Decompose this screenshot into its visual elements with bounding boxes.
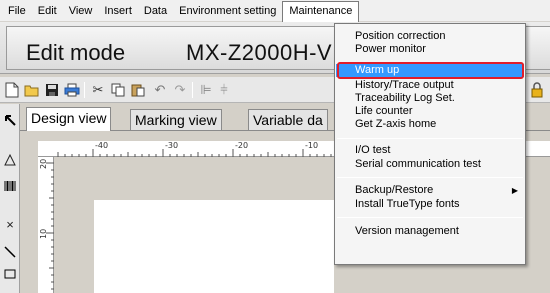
print-icon[interactable] bbox=[63, 81, 81, 99]
ruler-h-label: -20 bbox=[235, 141, 249, 150]
maintenance-dropdown: Position correction Power monitor Warm u… bbox=[334, 23, 526, 265]
menu-separator bbox=[337, 217, 523, 218]
submenu-arrow-icon: ▶ bbox=[511, 186, 518, 195]
pointer-icon[interactable] bbox=[2, 112, 18, 128]
tab-design-view[interactable]: Design view bbox=[26, 107, 112, 131]
new-file-icon[interactable] bbox=[3, 81, 21, 99]
ruler-h-label: -40 bbox=[95, 141, 109, 150]
menu-item-label: Backup/Restore bbox=[355, 184, 434, 196]
menu-environment-setting[interactable]: Environment setting bbox=[173, 1, 282, 21]
redo-icon[interactable]: ↷ bbox=[171, 81, 189, 99]
left-tool-strip: × bbox=[0, 104, 20, 293]
menu-separator bbox=[337, 138, 523, 139]
menu-view[interactable]: View bbox=[63, 1, 99, 21]
warm-up-callout bbox=[337, 62, 524, 79]
align-center-icon[interactable]: ⫩ bbox=[215, 81, 233, 99]
menu-edit[interactable]: Edit bbox=[32, 1, 63, 21]
menu-item-version-management[interactable]: Version management bbox=[336, 225, 524, 238]
align-left-icon[interactable]: ⊫ bbox=[197, 81, 215, 99]
menu-item-life-counter[interactable]: Life counter bbox=[336, 105, 524, 118]
cut-icon[interactable]: ✂ bbox=[89, 81, 107, 99]
mode-title: Edit mode bbox=[26, 40, 126, 65]
vertical-ruler: 20 10 bbox=[38, 157, 54, 293]
ruler-v-label: 10 bbox=[39, 228, 48, 239]
menu-item-traceability-log-set[interactable]: Traceability Log Set. bbox=[336, 92, 524, 105]
undo-icon[interactable]: ↶ bbox=[151, 81, 169, 99]
menu-separator bbox=[337, 177, 523, 178]
menu-item-io-test[interactable]: I/O test bbox=[336, 144, 524, 157]
rectangle-icon[interactable] bbox=[2, 266, 18, 282]
save-icon[interactable] bbox=[43, 81, 61, 99]
menu-item-get-z-axis-home[interactable]: Get Z-axis home bbox=[336, 118, 524, 131]
menu-item-position-correction[interactable]: Position correction bbox=[336, 30, 524, 43]
barcode-icon[interactable] bbox=[2, 178, 18, 194]
line-icon[interactable] bbox=[2, 244, 18, 260]
menu-item-power-monitor[interactable]: Power monitor bbox=[336, 43, 524, 56]
menu-insert[interactable]: Insert bbox=[98, 1, 138, 21]
menu-item-backup-restore[interactable]: Backup/Restore ▶ bbox=[336, 184, 524, 197]
model-name: MX-Z2000H-V bbox=[186, 40, 333, 65]
ruler-v-label: 20 bbox=[39, 158, 48, 169]
menu-bar: File Edit View Insert Data Environment s… bbox=[0, 0, 550, 22]
menu-item-install-truetype-fonts[interactable]: Install TrueType fonts bbox=[336, 198, 524, 211]
cross-icon[interactable]: × bbox=[2, 216, 18, 232]
menu-item-serial-communication-test[interactable]: Serial communication test bbox=[336, 158, 524, 171]
menu-maintenance[interactable]: Maintenance bbox=[282, 0, 360, 22]
copy-icon[interactable] bbox=[109, 81, 127, 99]
design-page[interactable] bbox=[94, 200, 334, 293]
open-folder-icon[interactable] bbox=[23, 81, 41, 99]
ruler-h-label: -10 bbox=[305, 141, 319, 150]
menu-file[interactable]: File bbox=[2, 1, 32, 21]
triangle-icon[interactable] bbox=[2, 152, 18, 168]
tab-marking-view[interactable]: Marking view bbox=[130, 109, 222, 131]
ruler-h-label: -30 bbox=[165, 141, 179, 150]
menu-data[interactable]: Data bbox=[138, 1, 173, 21]
menu-item-history-trace-output[interactable]: History/Trace output bbox=[336, 79, 524, 92]
lock-icon[interactable] bbox=[528, 81, 546, 99]
paste-icon[interactable] bbox=[129, 81, 147, 99]
tab-variable-data[interactable]: Variable da bbox=[248, 109, 328, 131]
